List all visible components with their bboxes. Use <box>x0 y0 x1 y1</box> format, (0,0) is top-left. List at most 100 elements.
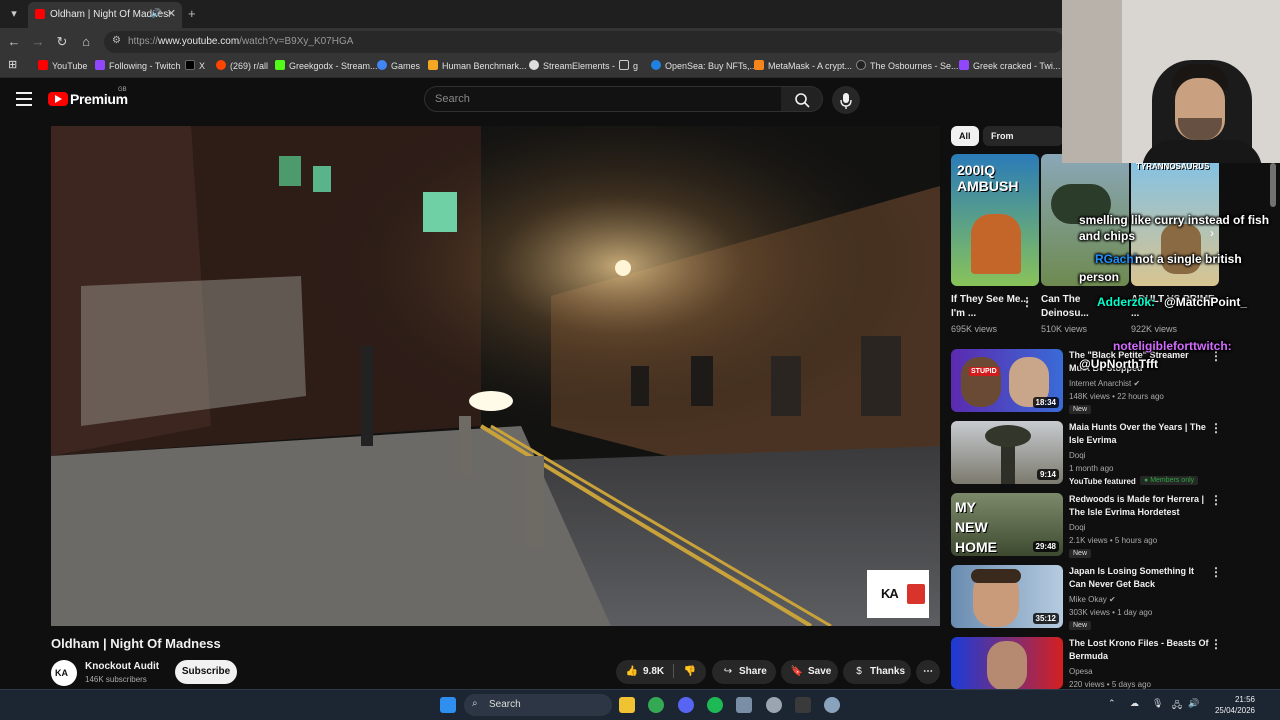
shorts-next-chevron-icon[interactable]: › <box>1210 226 1224 240</box>
video-meta: 1 month ago <box>1069 464 1114 473</box>
bookmark-metamask[interactable]: MetaMask - A crypt... <box>754 60 852 71</box>
voice-search-button[interactable] <box>832 86 860 114</box>
tab-close-icon[interactable]: ✕ <box>167 7 176 20</box>
address-bar[interactable]: ⚙ https://www.youtube.com/watch?v=B9Xy_K… <box>104 31 1064 53</box>
reload-icon[interactable]: ↻ <box>54 34 70 50</box>
tab-search-dropdown-icon[interactable]: ▾ <box>6 6 22 22</box>
bookmark-human-benchmark[interactable]: Human Benchmark... <box>428 60 527 71</box>
subscribe-button[interactable]: Subscribe <box>175 660 237 684</box>
members-icon: ● <box>1144 477 1149 484</box>
video-meta: 148K views • 22 hours ago <box>1069 392 1164 401</box>
video-more-icon[interactable]: ⋮ <box>1210 565 1222 579</box>
video-title-link[interactable]: Redwoods is Made for Herrera | The Isle … <box>1069 493 1209 519</box>
x-icon <box>185 60 195 70</box>
back-arrow-icon[interactable]: ← <box>6 34 22 49</box>
obs-icon[interactable] <box>766 697 782 713</box>
short-thumbnail[interactable]: 200IQ AMBUSH <box>951 154 1039 286</box>
network-icon[interactable]: 🖧 <box>1172 698 1182 714</box>
video-channel[interactable]: Internet Anarchist ✔ <box>1069 379 1140 388</box>
taskbar-search[interactable]: ⌕ Search <box>464 694 612 716</box>
thanks-button[interactable]: $ Thanks <box>843 660 911 684</box>
bookmark-opensea[interactable]: OpenSea: Buy NFTs,... <box>651 60 757 71</box>
video-thumbnail[interactable] <box>951 637 1063 689</box>
bookmark-youtube[interactable]: YouTube <box>38 60 87 71</box>
search-button[interactable] <box>781 86 823 112</box>
page-scrollbar[interactable] <box>1270 163 1276 207</box>
video-thumbnail[interactable]: STUPID 18:34 <box>951 349 1063 412</box>
app-dark-icon[interactable] <box>795 697 811 713</box>
reddit-icon <box>216 60 226 70</box>
video-title-link[interactable]: The Lost Krono Files - Beasts Of Bermuda <box>1069 637 1209 663</box>
video-title-link[interactable]: Maia Hunts Over the Years | The Isle Evr… <box>1069 421 1209 447</box>
channel-avatar[interactable]: KA <box>51 660 77 686</box>
app-c-icon[interactable] <box>736 697 752 713</box>
chat-message-text: @UpNorthTfft <box>1079 357 1159 371</box>
video-channel[interactable]: Mike Okay ✔ <box>1069 595 1116 604</box>
chip-all[interactable]: All <box>951 126 979 146</box>
dislike-button[interactable]: 👎 <box>683 660 697 684</box>
tray-chevron-icon[interactable]: ⌃ <box>1108 698 1116 709</box>
video-meta: 220 views • 5 days ago <box>1069 680 1151 689</box>
save-button[interactable]: 🔖 Save <box>781 660 838 684</box>
volume-icon[interactable]: 🔊 <box>1188 698 1199 709</box>
video-more-icon[interactable]: ⋮ <box>1210 493 1222 507</box>
video-channel[interactable]: Doqi <box>1069 523 1085 532</box>
members-only-badge: ● Members only <box>1140 476 1199 485</box>
windows-start-icon[interactable] <box>440 697 456 713</box>
new-badge: New <box>1069 621 1092 630</box>
menu-hamburger-icon[interactable] <box>16 92 32 106</box>
more-actions-button[interactable]: ⋯ <box>916 660 940 684</box>
bookmark-streamelements[interactable]: StreamElements - <box>529 60 615 71</box>
video-thumbnail[interactable]: 35:12 <box>951 565 1063 628</box>
bookmark-twitch[interactable]: Following - Twitch <box>95 60 180 71</box>
youtube-favicon-icon <box>35 9 45 19</box>
discord-icon[interactable] <box>678 697 694 713</box>
youtube-premium-brand[interactable]: Premium <box>70 91 128 107</box>
chat-message-text: not a single british <box>1135 252 1242 266</box>
spotify-icon[interactable] <box>707 697 723 713</box>
bookmark-greek-twitch[interactable]: Greek cracked - Twi... <box>959 60 1060 71</box>
youtube-logo-icon[interactable] <box>48 92 68 106</box>
channel-watermark-logo[interactable]: KA <box>867 570 929 618</box>
subscribe-watermark-icon <box>907 584 925 604</box>
short-more-icon[interactable]: ⋮ <box>1021 295 1033 309</box>
bookmark-reddit[interactable]: (269) r/all <box>216 60 268 71</box>
bookmark-osbournes[interactable]: The Osbournes - Se... <box>856 60 959 71</box>
bookmark-folder-g[interactable]: g <box>619 60 638 71</box>
tab-audio-icon[interactable]: 🔊 <box>151 8 162 19</box>
video-channel[interactable]: Opesa <box>1069 667 1093 676</box>
bookmark-games[interactable]: Games <box>377 60 420 71</box>
like-button[interactable]: 👍 9.8K <box>616 666 664 677</box>
settings-gear-icon[interactable] <box>824 697 840 713</box>
video-player[interactable]: KA <box>51 126 940 626</box>
video-thumbnail[interactable]: 9:14 <box>951 421 1063 484</box>
video-duration: 9:14 <box>1036 469 1059 480</box>
video-title-link[interactable]: Japan Is Losing Something It Can Never G… <box>1069 565 1209 591</box>
short-views: 695K views <box>951 324 998 334</box>
bookmark-kick[interactable]: Greekgodx - Stream... <box>275 60 378 71</box>
chip-from-channel[interactable]: From Knockout A <box>983 126 1063 146</box>
browser-tab-active[interactable]: Oldham | Night Of Madness 🔊 ✕ <box>28 2 182 28</box>
chrome-icon[interactable] <box>648 697 664 713</box>
home-icon[interactable]: ⌂ <box>78 34 94 49</box>
apps-grid-icon[interactable]: ⊞ <box>8 58 17 71</box>
search-input[interactable]: Search <box>424 86 782 112</box>
subscriber-count: 146K subscribers <box>85 675 147 684</box>
file-explorer-icon[interactable] <box>619 697 635 713</box>
bookmark-x[interactable]: X <box>185 60 205 71</box>
channel-name[interactable]: Knockout Audit <box>85 661 159 672</box>
video-meta: 303K views • 1 day ago <box>1069 608 1153 617</box>
share-button[interactable]: ↪ Share <box>712 660 776 684</box>
tray-app-icon[interactable]: ☁ <box>1130 698 1139 709</box>
site-info-icon[interactable]: ⚙ <box>112 35 121 46</box>
forward-arrow-icon[interactable]: → <box>30 34 46 49</box>
video-more-icon[interactable]: ⋮ <box>1210 421 1222 435</box>
system-clock[interactable]: 21:56 25/04/2026 <box>1205 694 1255 716</box>
video-meta: 2.1K views • 5 hours ago <box>1069 536 1158 545</box>
video-more-icon[interactable]: ⋮ <box>1210 637 1222 651</box>
microphone-tray-icon[interactable]: 🎙 <box>1152 698 1163 709</box>
video-channel[interactable]: Doqi <box>1069 451 1085 460</box>
video-thumbnail[interactable]: MY NEW HOME 29:48 <box>951 493 1063 556</box>
human-benchmark-icon <box>428 60 438 70</box>
new-tab-button[interactable]: + <box>188 6 196 21</box>
